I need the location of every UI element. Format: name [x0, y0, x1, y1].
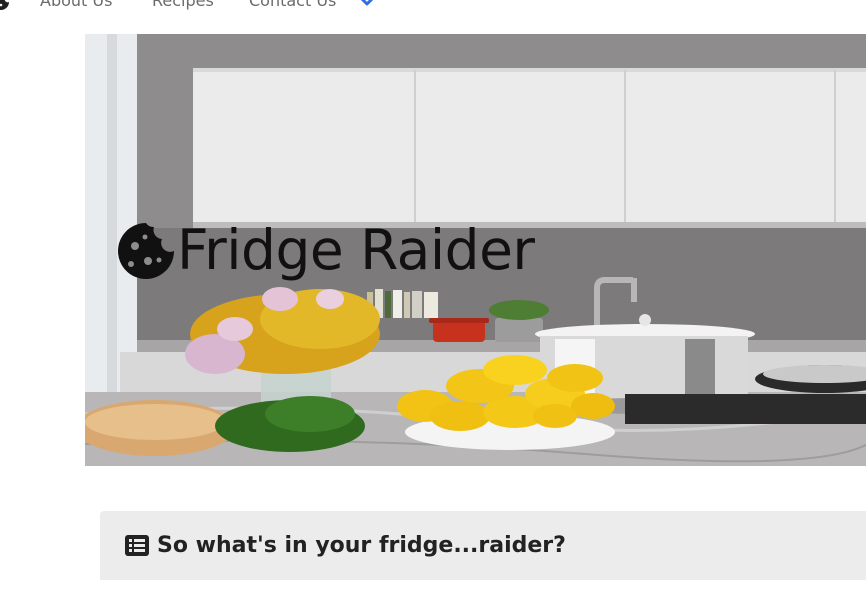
cookie-icon [115, 220, 177, 282]
list-alt-icon [125, 535, 149, 556]
chevron-down-icon[interactable] [358, 0, 376, 7]
site-title: Fridge Raider [177, 217, 535, 282]
nav-link-contact-us[interactable]: Contact Us [249, 0, 336, 10]
nav-link-about-us[interactable]: About Us [40, 0, 112, 10]
fridge-card: So what's in your fridge...raider? [100, 511, 866, 580]
hero-title: Fridge Raider [115, 216, 535, 286]
hero-banner: Fridge Raider [85, 34, 866, 466]
nav-link-recipes[interactable]: Recipes [152, 0, 214, 10]
page: About Us Recipes Contact Us Fridge Raide… [0, 0, 866, 605]
cookie-icon[interactable] [0, 0, 10, 11]
card-header: So what's in your fridge...raider? [125, 533, 566, 558]
card-heading: So what's in your fridge...raider? [157, 533, 566, 558]
